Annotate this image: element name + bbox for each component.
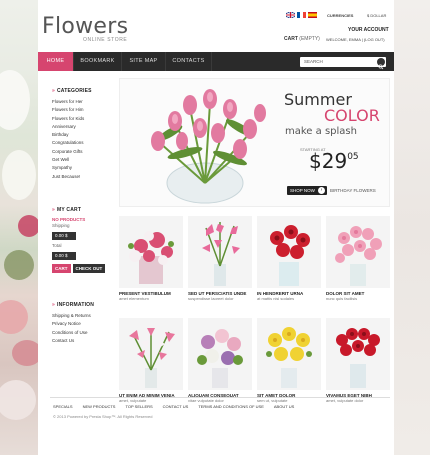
header-cart-status: (EMPTY) xyxy=(299,36,320,42)
product-image[interactable] xyxy=(326,318,390,390)
footer-link[interactable]: NEW PRODUCTS xyxy=(83,404,116,409)
product-description: vitae vulputate dolor xyxy=(188,398,224,403)
category-link[interactable]: Congratulations xyxy=(52,139,104,147)
footer-link[interactable]: TOP SELLERS xyxy=(125,404,152,409)
product-card[interactable]: UT ENIM AD MINIM VENIA amet, vulputate xyxy=(119,318,183,403)
info-link[interactable]: Shipping & Returns xyxy=(52,312,112,320)
arrow-icon: » xyxy=(52,88,55,94)
cart-title-text: MY CART xyxy=(56,207,82,213)
bouquet-image xyxy=(151,89,266,204)
product-description: suspendisse laoreet dolor xyxy=(188,296,234,301)
product-image[interactable] xyxy=(119,318,183,390)
product-card[interactable]: PRESENT VESTIBULUM amet elementum xyxy=(119,216,183,301)
info-link[interactable]: Conditions of Use xyxy=(52,329,112,337)
floral-background-right xyxy=(390,0,430,455)
currency-select[interactable]: $ DOLLAR xyxy=(367,13,386,18)
flag-spain-icon[interactable] xyxy=(308,12,317,18)
category-link[interactable]: Birthday xyxy=(52,131,104,139)
banner-price: $2905 xyxy=(309,149,359,173)
info-link[interactable]: Privacy Notice xyxy=(52,320,112,328)
copyright-text: © 2013 Powered by Presta Shop™. All Righ… xyxy=(53,414,153,419)
footer-link[interactable]: SPECIALS xyxy=(53,404,73,409)
product-image[interactable] xyxy=(257,318,321,390)
info-link[interactable]: Contact Us xyxy=(52,337,112,345)
header-cart[interactable]: CART (EMPTY) xyxy=(284,36,320,42)
product-image[interactable] xyxy=(257,216,321,288)
product-card[interactable]: SED UT PERSCIATIS UNDE suspendisse laore… xyxy=(188,216,252,301)
categories-title-text: CATEGORIES xyxy=(56,88,92,94)
product-image[interactable] xyxy=(188,216,252,288)
product-description: amet, vulputate dolor xyxy=(326,398,364,403)
categories-block: » CATEGORIES Flowers for Her Flowers for … xyxy=(52,88,104,181)
info-title-text: INFORMATION xyxy=(56,302,95,308)
banner-line-color: COLOR xyxy=(324,106,380,125)
banner-price-main: $29 xyxy=(309,149,348,173)
footer-nav: SPECIALS NEW PRODUCTS TOP SELLERS CONTAC… xyxy=(53,404,294,409)
product-card[interactable]: SIT AMET DOLOR sem ut, vulputate xyxy=(257,318,321,403)
product-image[interactable] xyxy=(326,216,390,288)
search-box[interactable]: SEARCH xyxy=(300,57,386,70)
footer-link[interactable]: ABOUT US xyxy=(274,404,294,409)
product-card[interactable]: IN HENDRERIT URNA at mattis nisl sodales xyxy=(257,216,321,301)
nav-home[interactable]: HOME xyxy=(38,52,74,71)
product-description: sem ut, vulputate xyxy=(257,398,288,403)
currencies-label[interactable]: CURRENCIES xyxy=(327,13,353,18)
arrow-icon: » xyxy=(52,207,55,213)
category-link[interactable]: Anniversary xyxy=(52,123,104,131)
product-card[interactable]: DOLOR SIT AMET nunc quis facilisis xyxy=(326,216,390,301)
product-image[interactable] xyxy=(119,216,183,288)
category-link[interactable]: Flowers for Kids xyxy=(52,115,104,123)
arrow-right-icon: › xyxy=(317,187,325,194)
shop-now-button[interactable]: SHOP NOW › xyxy=(287,186,327,195)
product-image[interactable] xyxy=(188,318,252,390)
product-description: amet elementum xyxy=(119,296,149,301)
category-link[interactable]: Get Well xyxy=(52,156,104,164)
footer-link[interactable]: CONTACT US xyxy=(163,404,189,409)
total-value: 0.00 $ xyxy=(52,252,76,260)
footer-link[interactable]: TERMS AND CONDITIONS OF USE xyxy=(198,404,264,409)
site-logo[interactable]: Flowers xyxy=(42,14,128,39)
banner-subtitle: BIRTHDAY FLOWERS xyxy=(330,188,376,193)
category-link[interactable]: Flowers for Her xyxy=(52,98,104,106)
total-label: Total xyxy=(52,243,62,248)
cart-block: » MY CART NO PRODUCTS Shipping 0.00 $ Tot… xyxy=(52,207,108,273)
promo-banner[interactable]: Summer COLOR make a splash STARTING AT $… xyxy=(119,78,390,207)
category-link[interactable]: Just Because! xyxy=(52,173,104,181)
nav-bookmark[interactable]: BOOKMARK xyxy=(74,52,122,71)
flag-france-icon[interactable] xyxy=(297,12,306,18)
cart-button[interactable]: CART xyxy=(52,264,71,273)
product-card[interactable]: ALIQUAM CONSEQUAT vitae vulputate dolor xyxy=(188,318,252,403)
shop-now-label: SHOP NOW xyxy=(290,188,315,193)
category-link[interactable]: Flowers for Him xyxy=(52,106,104,114)
page-container: Flowers ONLINE STORE CURRENCIES $ DOLLAR… xyxy=(38,0,394,455)
banner-price-cents: 05 xyxy=(347,152,359,162)
category-link[interactable]: Corporate Gifts xyxy=(52,148,104,156)
shipping-label: Shipping xyxy=(52,223,70,228)
category-link[interactable]: Sympathy xyxy=(52,164,104,172)
footer-divider xyxy=(50,397,390,398)
product-description: at mattis nisl sodales xyxy=(257,296,295,301)
header-cart-label: CART xyxy=(284,36,298,42)
language-selector xyxy=(286,12,317,18)
product-description: amet, vulputate xyxy=(119,398,147,403)
search-input[interactable]: SEARCH xyxy=(304,59,323,64)
site-tagline: ONLINE STORE xyxy=(83,37,128,43)
product-description: nunc quis facilisis xyxy=(326,296,358,301)
checkout-button[interactable]: CHECK OUT xyxy=(72,264,106,273)
banner-line-splash: make a splash xyxy=(285,126,357,137)
info-title: » INFORMATION xyxy=(52,302,112,308)
arrow-icon: » xyxy=(52,302,55,308)
categories-title: » CATEGORIES xyxy=(52,88,104,94)
welcome-text[interactable]: WELCOME, EMMA | (LOG OUT) xyxy=(326,37,385,42)
account-title[interactable]: YOUR ACCOUNT xyxy=(348,27,389,33)
nav-site-map[interactable]: SITE MAP xyxy=(122,52,166,71)
flag-uk-icon[interactable] xyxy=(286,12,295,18)
nav-contacts[interactable]: CONTACTS xyxy=(166,52,212,71)
product-card[interactable]: VIVAMUS EGET NIBH amet, vulputate dolor xyxy=(326,318,390,403)
cart-title: » MY CART xyxy=(52,207,108,213)
information-block: » INFORMATION Shipping & Returns Privacy … xyxy=(52,302,112,345)
search-button[interactable] xyxy=(377,58,385,70)
search-icon xyxy=(378,64,384,70)
shipping-value: 0.00 $ xyxy=(52,232,76,240)
